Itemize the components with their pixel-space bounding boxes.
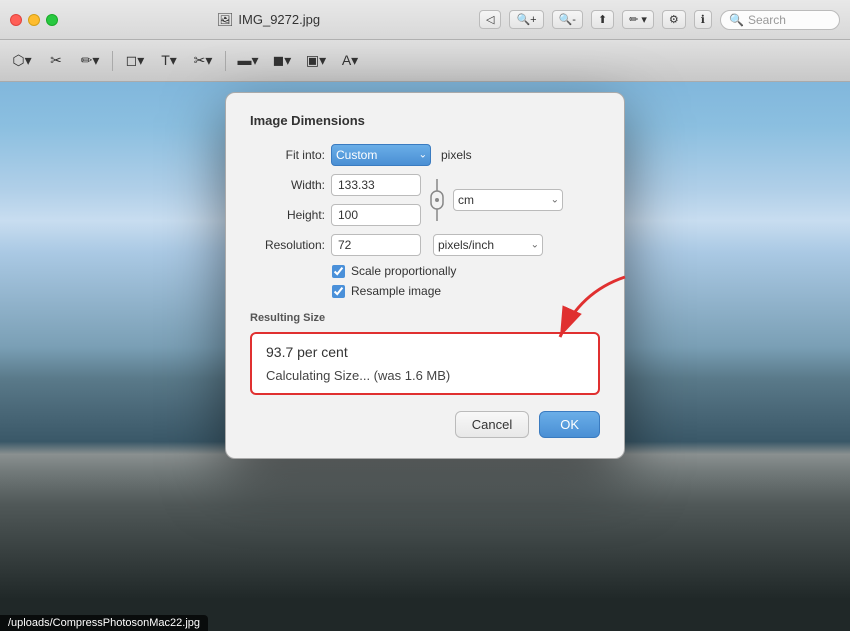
chain-link-icon (427, 177, 447, 223)
zoom-out-button[interactable]: 🔍- (552, 10, 583, 29)
select-tool-button[interactable]: ⬡▾ (8, 49, 36, 73)
ok-button[interactable]: OK (539, 411, 600, 438)
tools-button[interactable]: ⚙ (662, 10, 686, 29)
scale-proportionally-label: Scale proportionally (351, 264, 456, 278)
url-text: /uploads/CompressPhotosonMac22.jpg (8, 617, 200, 629)
text-tool-button[interactable]: T▾ (155, 49, 183, 73)
dialog-title: Image Dimensions (250, 113, 600, 128)
info-icon: ℹ (701, 13, 705, 26)
toolbar-divider-2 (225, 51, 226, 71)
edit-button[interactable]: ✏ ▾ (622, 10, 654, 29)
resample-image-checkbox[interactable] (332, 285, 345, 298)
width-input[interactable] (331, 174, 421, 196)
titlebar-right: ◁ 🔍+ 🔍- ⬆ ✏ ▾ ⚙ ℹ 🔍 Search (479, 10, 840, 30)
crop-tool-button[interactable]: ✂ (42, 49, 70, 73)
info-button[interactable]: ℹ (694, 10, 712, 29)
fill-tool-button[interactable]: ▣▾ (302, 49, 330, 73)
window-title: 🖼 IMG_9272.jpg (217, 12, 320, 28)
font-button[interactable]: A▾ (336, 49, 364, 73)
border-color-button[interactable]: ◼▾ (268, 49, 296, 73)
resample-image-row: Resample image (332, 284, 600, 298)
chevron-down-icon: ▾ (641, 13, 647, 26)
titlebar: 🖼 IMG_9272.jpg ◁ 🔍+ 🔍- ⬆ ✏ ▾ ⚙ ℹ 🔍 Searc… (0, 0, 850, 40)
zoom-in-button[interactable]: 🔍+ (509, 10, 543, 29)
search-icon: 🔍 (729, 13, 744, 27)
resolution-input[interactable] (331, 234, 421, 256)
scale-proportionally-row: Scale proportionally (332, 264, 600, 278)
close-button[interactable] (10, 14, 22, 26)
height-row: Height: (250, 204, 421, 226)
search-box[interactable]: 🔍 Search (720, 10, 840, 30)
width-label: Width: (250, 178, 325, 192)
resolution-label: Resolution: (250, 238, 325, 252)
zoom-in-icon: 🔍+ (516, 13, 536, 26)
unit-select[interactable]: cm (453, 189, 563, 211)
minimize-button[interactable] (28, 14, 40, 26)
width-row: Width: (250, 174, 421, 196)
dialog-buttons: Cancel OK (250, 411, 600, 438)
shape-tool-button[interactable]: ◻▾ (121, 49, 149, 73)
secondary-toolbar: ⬡▾ ✂ ✏▾ ◻▾ T▾ ✂▾ ▬▾ ◼▾ ▣▾ A▾ (0, 40, 850, 82)
draw-tool-button[interactable]: ✏▾ (76, 49, 104, 73)
traffic-lights (10, 14, 58, 26)
wh-group: Width: Height: cm (250, 174, 600, 226)
dialog-overlay: Image Dimensions Fit into: Custom pixels… (0, 82, 850, 631)
fit-into-label: Fit into: (250, 148, 325, 162)
toolbar-divider (112, 51, 113, 71)
tools-icon: ⚙ (669, 13, 679, 26)
url-bar: /uploads/CompressPhotosonMac22.jpg (0, 615, 208, 631)
zoom-out-icon: 🔍- (559, 13, 576, 26)
height-input[interactable] (331, 204, 421, 226)
fit-into-select-wrapper: Custom (331, 144, 431, 166)
pixels-label: pixels (441, 148, 472, 162)
share-button[interactable]: ⬆ (591, 10, 614, 29)
nav-back-button[interactable]: ◁ (479, 10, 501, 29)
image-dimensions-dialog: Image Dimensions Fit into: Custom pixels… (225, 92, 625, 459)
fit-into-select[interactable]: Custom (331, 144, 431, 166)
size-calculating: Calculating Size... (was 1.6 MB) (266, 368, 584, 383)
resolution-row: Resolution: pixels/inch (250, 234, 600, 256)
resolution-unit-wrapper: pixels/inch (433, 234, 543, 256)
size-percentage: 93.7 per cent (266, 344, 584, 360)
chevron-left-icon: ◁ (486, 13, 494, 26)
scale-proportionally-checkbox[interactable] (332, 265, 345, 278)
share-icon: ⬆ (598, 13, 607, 26)
height-label: Height: (250, 208, 325, 222)
resample-image-label: Resample image (351, 284, 441, 298)
fit-into-row: Fit into: Custom pixels (250, 144, 600, 166)
resolution-unit-select[interactable]: pixels/inch (433, 234, 543, 256)
zoom-button[interactable] (46, 14, 58, 26)
unit-select-wrapper: cm (453, 189, 563, 211)
resulting-size-box: 93.7 per cent Calculating Size... (was 1… (250, 332, 600, 395)
pencil-icon: ✏ (629, 13, 638, 26)
resulting-size-section-label: Resulting Size (250, 312, 600, 324)
cancel-button[interactable]: Cancel (455, 411, 529, 438)
wh-inputs: Width: Height: (250, 174, 421, 226)
file-icon: 🖼 (217, 12, 234, 28)
signature-tool-button[interactable]: ✂▾ (189, 49, 217, 73)
color-tool-button[interactable]: ▬▾ (234, 49, 262, 73)
